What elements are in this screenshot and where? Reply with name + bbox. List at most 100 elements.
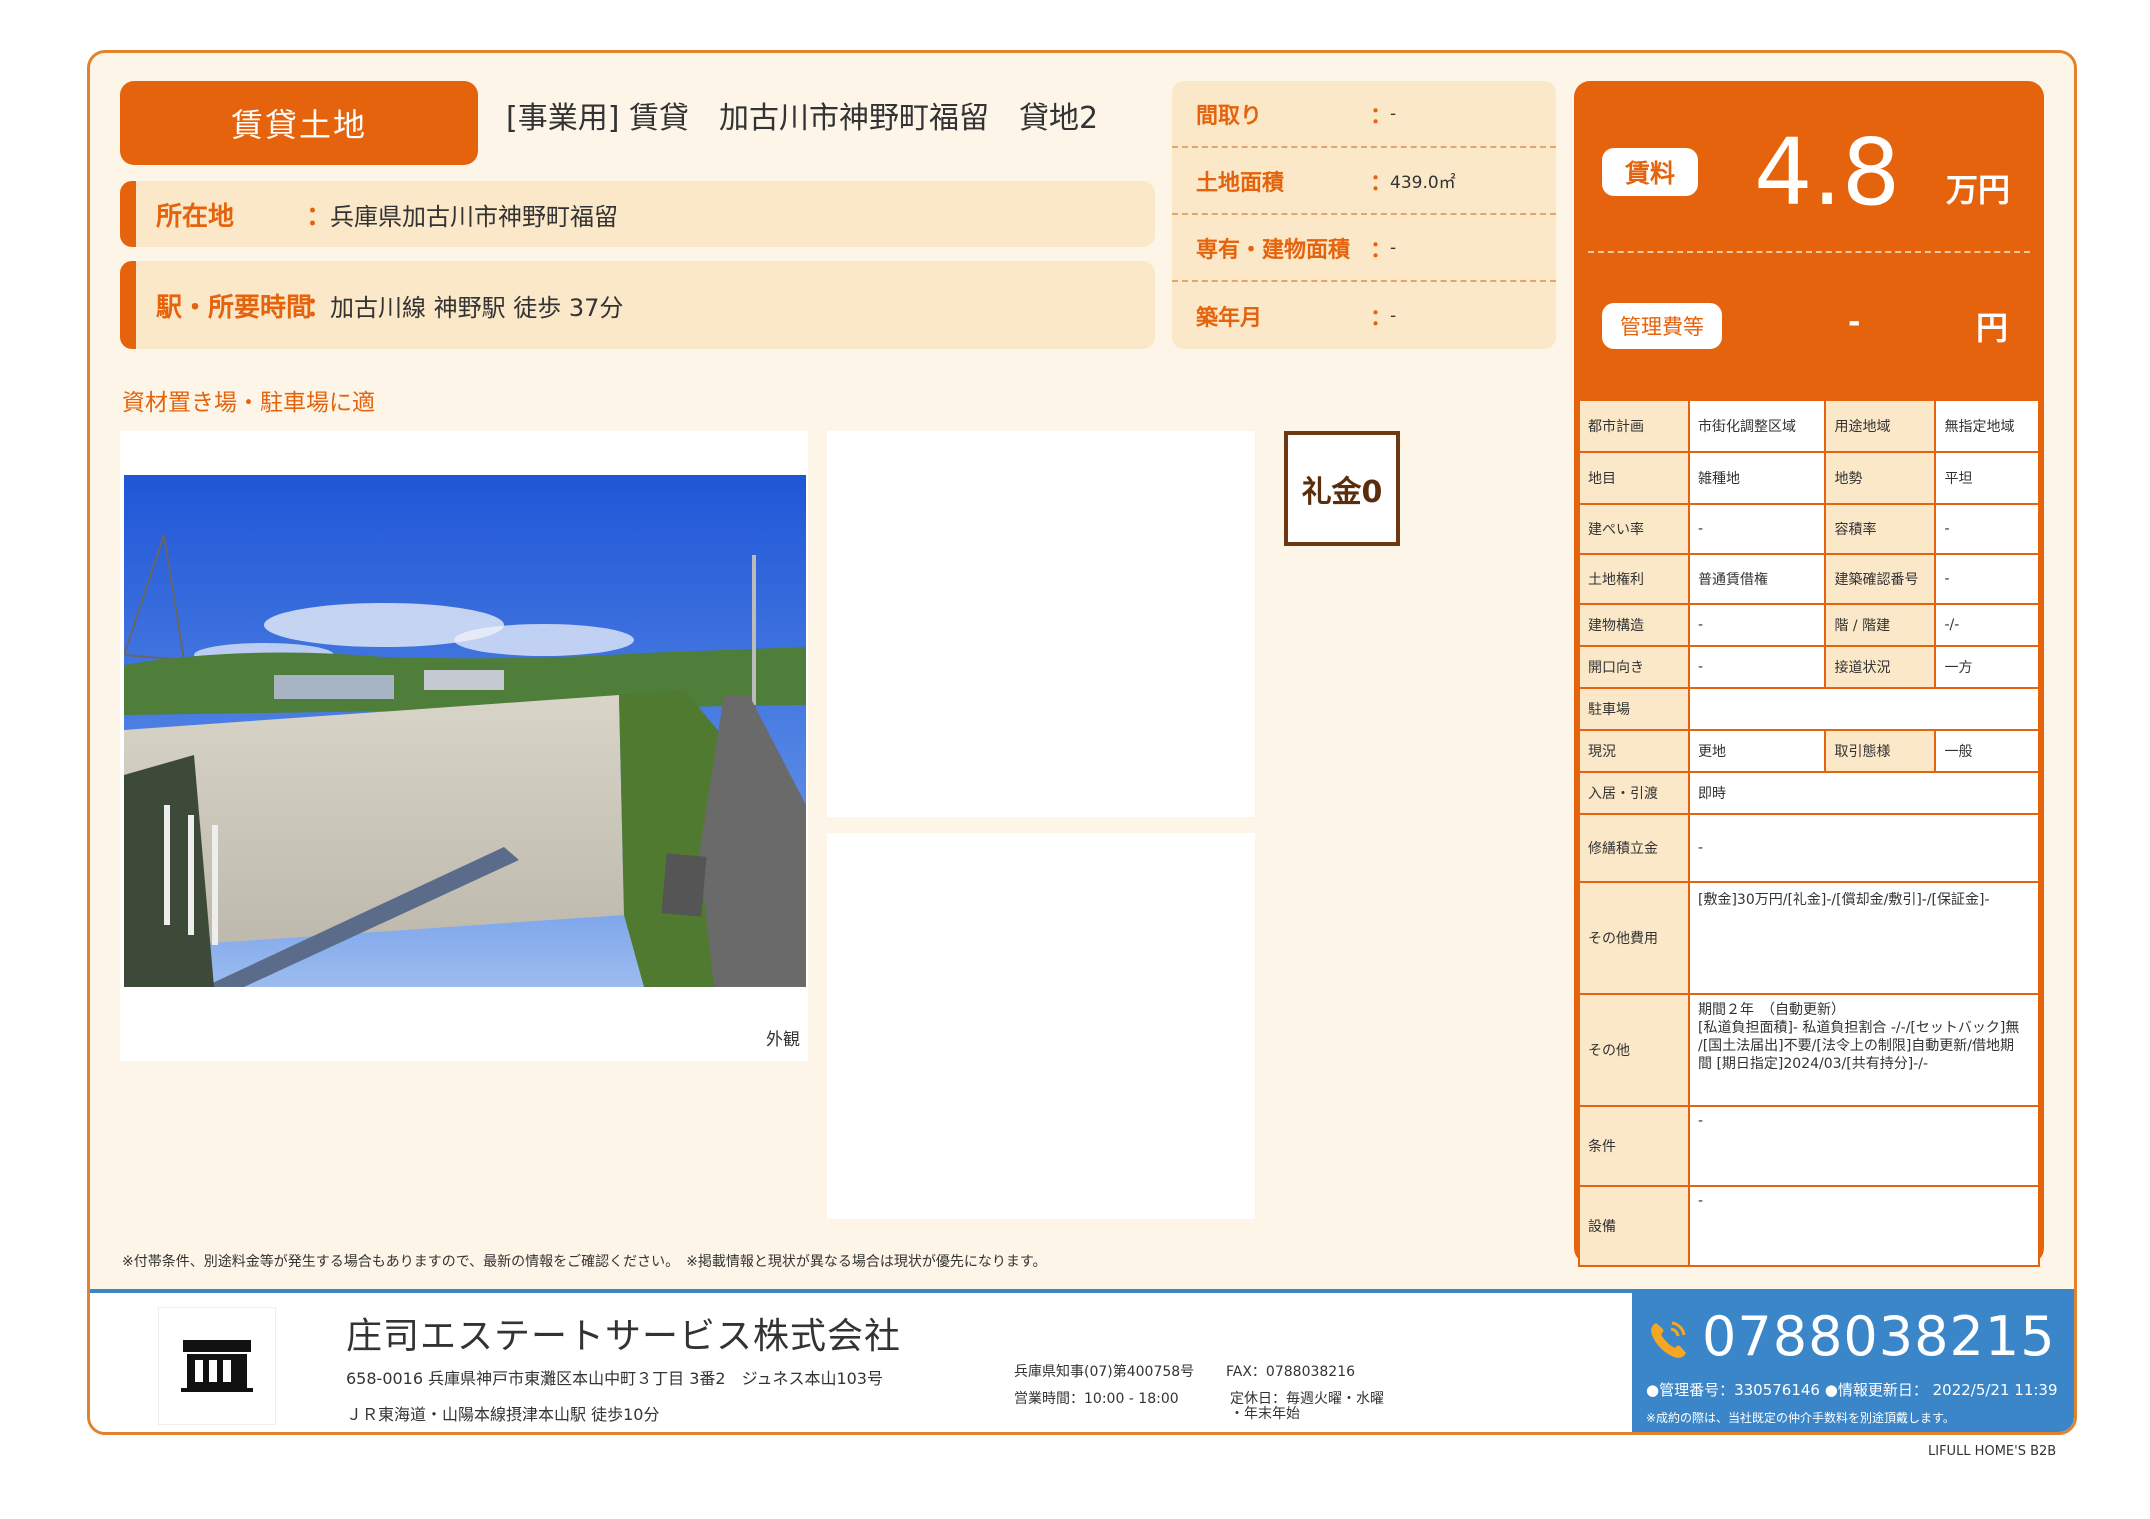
detail-value: - [1688,813,2040,883]
detail-label: その他 [1578,993,1690,1107]
station-box: 駅・所要時間 ： 加古川線 神野駅 徒歩 37分 [120,261,1155,349]
management-fee-unit: 円 [1976,309,2009,347]
station-colon: ： [306,292,333,323]
detail-value: 無指定地域 [1934,399,2040,453]
detail-value: - [1934,503,2040,555]
rent-unit: 万円 [1946,171,2011,209]
rent-panel: 賃料 4.8 万円 管理費等 - 円 都市計画 市街化調整区域 用途地域 無指定… [1574,81,2044,1267]
spec-label: 専有・建物面積 [1196,237,1351,263]
spec-label: 間取り [1196,103,1263,129]
holidays-cont: ・年末年始 [1230,1406,1300,1422]
detail-value-other: 期間２年 （自動更新） [私道負担面積]- 私道負担割合 -/-/[セットバック… [1688,993,2040,1107]
detail-label: 設備 [1578,1185,1690,1267]
property-type-badge: 賃貸土地 [120,81,478,165]
reikin-badge: 礼金0 [1284,431,1400,546]
spec-value: - [1390,237,1397,258]
table-row: 建物構造 - 階 / 階建 -/- [1578,603,2040,647]
exterior-photo[interactable] [124,475,806,987]
property-sheet: 賃貸土地 [事業用] 賃貸 加古川市神野町福留 貸地2 所在地 ： 兵庫県加古川… [87,50,2077,1435]
detail-value: - [1687,603,1827,647]
disclaimer-note: ※付帯条件、別途料金等が発生する場合もありますので、最新の情報をご確認ください。… [122,1254,1047,1270]
location-box: 所在地 ： 兵庫県加古川市神野町福留 [120,181,1155,247]
detail-label: 地目 [1578,451,1690,505]
table-row: 修繕積立金 - [1578,813,2040,883]
detail-label: 取引態様 [1824,729,1937,773]
table-row: 開口向き - 接道状況 一方 [1578,645,2040,689]
photo-card: 外観 [120,431,808,1061]
spec-value: 439.0㎡ [1390,173,1456,193]
other-line: /[国土法届出]不要/[法令上の制限]自動更新/借地期 [1698,1038,2014,1054]
phone-icon [1651,1321,1686,1358]
photo-slot-empty [827,833,1255,1219]
company-address: 658-0016 兵庫県神戸市東灘区本山中町３丁目 3番2 ジュネス本山103号 [346,1369,883,1388]
detail-label: 条件 [1578,1105,1690,1187]
detail-value: -/- [1934,603,2040,647]
detail-value: 更地 [1687,729,1827,773]
fax-number: FAX：0788038216 [1226,1364,1356,1380]
table-row: 地目 雑種地 地勢 平坦 [1578,451,2040,505]
management-fee-label: 管理費等 [1602,303,1722,349]
location-label: 所在地 [156,201,235,232]
property-title: [事業用] 賃貸 加古川市神野町福留 貸地2 [506,101,1099,136]
detail-value: - [1934,553,2040,605]
other-line: 間 [期日指定]2024/03/[共有持分]-/- [1698,1056,1928,1072]
spec-value: - [1390,103,1397,124]
detail-label: 駐車場 [1578,687,1690,731]
station-label: 駅・所要時間 [156,292,313,323]
company-name: 庄司エステートサービス株式会社 [346,1316,902,1357]
table-row: 現況 更地 取引態様 一般 [1578,729,2040,773]
spec-label: 土地面積 [1196,170,1285,196]
detail-label: 接道状況 [1824,645,1937,689]
photo-caption: 外観 [766,1030,800,1050]
spec-summary-box: 間取り ： - 土地面積 ： 439.0㎡ 専有・建物面積 ： - 築年月 ： … [1172,81,1556,349]
table-row: 駐車場 [1578,687,2040,731]
detail-label: 建ぺい率 [1578,503,1690,555]
table-row: 建ぺい率 - 容積率 - [1578,503,2040,555]
tel-number[interactable]: 0788038215 [1702,1305,2056,1368]
table-row: 条件 - [1578,1105,2040,1187]
footer: 庄司エステートサービス株式会社 658-0016 兵庫県神戸市東灘区本山中町３丁… [90,1289,2074,1432]
table-row: 土地権利 普通賃借権 建築確認番号 - [1578,553,2040,605]
other-line: 期間２年 （自動更新） [1698,1002,1845,1018]
spec-colon: ： [1370,305,1393,331]
spec-row-building-area: 専有・建物面積 ： - [1172,215,1556,282]
brand-label: LIFULL HOME'S B2B [1928,1444,2057,1459]
detail-label: 現況 [1578,729,1690,773]
detail-label: 入居・引渡 [1578,771,1690,815]
detail-label: 都市計画 [1578,399,1690,453]
detail-value: - [1687,503,1827,555]
location-value: 兵庫県加古川市神野町福留 [330,202,618,231]
detail-value: 平坦 [1934,451,2040,505]
detail-label: 修繕積立金 [1578,813,1690,883]
detail-label: 階 / 階建 [1824,603,1937,647]
spec-colon: ： [1370,237,1393,263]
detail-value: 雑種地 [1687,451,1827,505]
detail-value: 一方 [1934,645,2040,689]
spec-row-built-date: 築年月 ： - [1172,282,1556,349]
detail-value: - [1688,1185,2040,1267]
table-row: 都市計画 市街化調整区域 用途地域 無指定地域 [1578,399,2040,453]
business-hours: 営業時間：10:00 - 18:00 [1014,1391,1179,1407]
detail-value: 市街化調整区域 [1687,399,1827,453]
company-logo [158,1307,276,1425]
spec-row-madori: 間取り ： - [1172,81,1556,148]
listing-meta: ●管理番号：330576146 ●情報更新日： 2022/5/21 11:39 [1646,1381,2058,1399]
commission-note: ※成約の際は、当社既定の仲介手数料を別途頂戴します。 [1646,1411,1955,1425]
table-row: 入居・引渡 即時 [1578,771,2040,815]
exterior-photo-image [124,475,806,987]
table-row: その他費用 [敷金]30万円/[礼金]-/[償却金/敷引]-/[保証金]- [1578,881,2040,995]
detail-label: 建築確認番号 [1824,553,1937,605]
detail-label: 建物構造 [1578,603,1690,647]
table-row: 設備 - [1578,1185,2040,1267]
detail-label: その他費用 [1578,881,1690,995]
detail-value: 即時 [1688,771,2040,815]
rent-value: 4.8 [1754,119,1901,226]
detail-value: 普通賃借権 [1687,553,1827,605]
shop-icon [181,1340,253,1392]
detail-value: 一般 [1934,729,2040,773]
detail-label: 容積率 [1824,503,1937,555]
spec-colon: ： [1370,103,1393,129]
detail-label: 土地権利 [1578,553,1690,605]
detail-table: 都市計画 市街化調整区域 用途地域 無指定地域 地目 雑種地 地勢 平坦 建ぺい… [1578,399,2040,1267]
location-colon: ： [306,201,333,232]
